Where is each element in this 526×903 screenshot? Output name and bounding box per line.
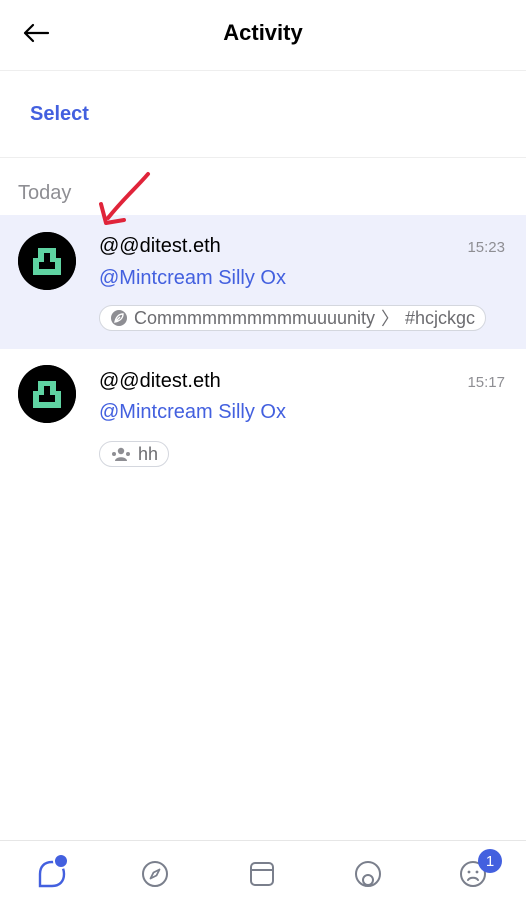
profile-notification-badge: 1: [478, 849, 502, 873]
community-name: Commmmmmmmmmuuuunity: [134, 307, 376, 328]
group-chat-name: hh: [138, 443, 159, 464]
avatar[interactable]: [18, 232, 76, 290]
browser-icon: [355, 861, 381, 887]
community-channel-chip[interactable]: Commmmmmmmmmuuuunity 〉 #hcjckgc: [99, 305, 487, 331]
notification-item[interactable]: @@ditest.eth 15:23 @Mintcream Silly Ox C…: [0, 215, 526, 349]
notification-item[interactable]: @@ditest.eth 15:17 @Mintcream Silly Ox h…: [0, 349, 526, 483]
bottom-tab-bar: 1: [0, 840, 526, 903]
notification-author[interactable]: @@ditest.eth: [99, 235, 221, 258]
section-label-today: Today: [18, 182, 72, 204]
select-button[interactable]: Select: [30, 103, 89, 126]
page-title: Activity: [223, 20, 303, 45]
notification-mention[interactable]: @Mintcream Silly Ox: [99, 267, 286, 290]
notification-author[interactable]: @@ditest.eth: [99, 370, 221, 393]
community-icon: [111, 310, 127, 326]
unread-dot: [53, 853, 69, 869]
toolbar: Select: [0, 71, 526, 158]
tab-profile[interactable]: 1: [454, 849, 502, 893]
group-icon: [112, 447, 130, 461]
channel-name: #hcjckgc: [405, 307, 476, 328]
tab-chats[interactable]: [33, 853, 71, 893]
avatar-glyph-icon: [18, 232, 76, 290]
compass-icon: [142, 861, 168, 887]
avatar-glyph-icon: [18, 365, 76, 423]
notification-time: 15:23: [467, 239, 505, 256]
avatar[interactable]: [18, 365, 76, 423]
notification-time: 15:17: [467, 374, 505, 391]
notification-mention[interactable]: @Mintcream Silly Ox: [99, 401, 286, 424]
tab-browser[interactable]: [349, 855, 387, 893]
group-chat-chip[interactable]: hh: [99, 441, 170, 467]
chevron-right-icon: 〉: [381, 309, 400, 329]
tab-wallet[interactable]: [243, 855, 281, 893]
tab-discover[interactable]: [136, 855, 174, 893]
wallet-icon: [250, 862, 274, 886]
top-bar: Activity: [0, 0, 526, 71]
